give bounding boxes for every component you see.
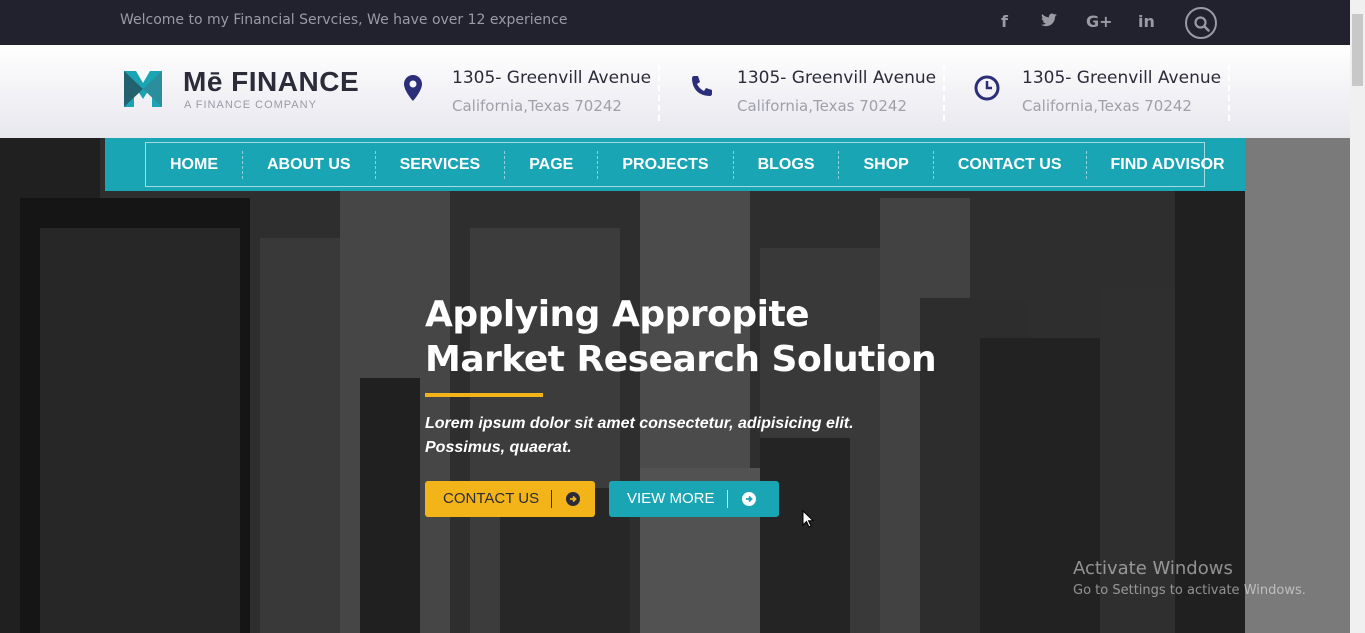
welcome-text: Welcome to my Financial Servcies, We hav… (120, 12, 568, 28)
map-pin-icon (404, 75, 422, 101)
contact-line2: California,Texas 70242 (452, 97, 622, 115)
nav-menu: HOME ABOUT US SERVICES PAGE PROJECTS BLO… (145, 142, 1225, 187)
view-more-button-label: VIEW MORE (609, 490, 728, 508)
activate-windows-title: Activate Windows (1073, 558, 1233, 579)
activate-windows-subtitle: Go to Settings to activate Windows. (1073, 583, 1306, 598)
divider (1228, 65, 1230, 121)
facebook-icon[interactable]: f (1001, 12, 1008, 31)
hero-title: Applying Appropite Market Research Solut… (425, 292, 937, 382)
contact-line1: 1305- Greenvill Avenue (452, 68, 652, 88)
hero-title-underline (425, 393, 543, 397)
logo-icon[interactable] (122, 69, 164, 109)
scrollbar-thumb[interactable] (1352, 14, 1363, 86)
page-scrollbar[interactable] (1350, 0, 1365, 633)
contact-line2: California,Texas 70242 (1022, 97, 1192, 115)
nav-item-shop[interactable]: SHOP (839, 150, 934, 179)
clock-icon (974, 75, 1000, 101)
top-bar: Welcome to my Financial Servcies, We hav… (0, 0, 1350, 45)
nav-item-projects[interactable]: PROJECTS (598, 150, 734, 179)
hero-title-line2: Market Research Solution (425, 339, 937, 380)
divider (658, 65, 660, 121)
mouse-cursor-icon (802, 510, 814, 528)
contact-address: 1305- Greenvill Avenue California,Texas … (404, 65, 654, 121)
nav-item-home[interactable]: HOME (146, 150, 243, 179)
search-icon (1194, 16, 1210, 32)
contact-phone: 1305- Greenvill Avenue California,Texas … (689, 65, 939, 121)
hero-banner (0, 138, 1245, 633)
contact-line1: 1305- Greenvill Avenue (1022, 68, 1222, 88)
contact-hours: 1305- Greenvill Avenue California,Texas … (974, 65, 1224, 121)
contact-us-button[interactable]: CONTACT US (425, 481, 595, 517)
arrow-right-circle-icon (566, 492, 581, 506)
hero-description: Lorem ipsum dolor sit amet consectetur, … (425, 415, 854, 456)
logo-name[interactable]: Mē FINANCE (183, 66, 359, 98)
contact-line1: 1305- Greenvill Avenue (737, 68, 937, 88)
site-header: Mē FINANCE A FINANCE COMPANY 1305- Green… (0, 45, 1350, 138)
google-plus-icon[interactable]: G+ (1086, 12, 1113, 31)
divider (943, 65, 945, 121)
hero-title-line1: Applying Appropite (425, 294, 810, 335)
nav-item-blogs[interactable]: BLOGS (734, 150, 840, 179)
logo-tagline: A FINANCE COMPANY (184, 99, 317, 111)
view-more-button[interactable]: VIEW MORE (609, 481, 779, 517)
city-background-image (0, 138, 1245, 633)
twitter-icon[interactable] (1041, 12, 1057, 31)
search-button[interactable] (1185, 7, 1217, 39)
main-nav: HOME ABOUT US SERVICES PAGE PROJECTS BLO… (105, 138, 1245, 191)
linkedin-icon[interactable]: in (1138, 12, 1155, 31)
nav-item-page[interactable]: PAGE (505, 150, 599, 179)
contact-line2: California,Texas 70242 (737, 97, 907, 115)
nav-item-services[interactable]: SERVICES (376, 150, 506, 179)
nav-item-about-us[interactable]: ABOUT US (243, 150, 376, 179)
arrow-right-circle-icon (741, 492, 756, 506)
nav-item-find-advisor[interactable]: FIND ADVISOR (1087, 151, 1249, 179)
contact-us-button-label: CONTACT US (425, 490, 553, 508)
phone-icon (692, 76, 712, 96)
nav-item-contact-us[interactable]: CONTACT US (934, 150, 1087, 179)
